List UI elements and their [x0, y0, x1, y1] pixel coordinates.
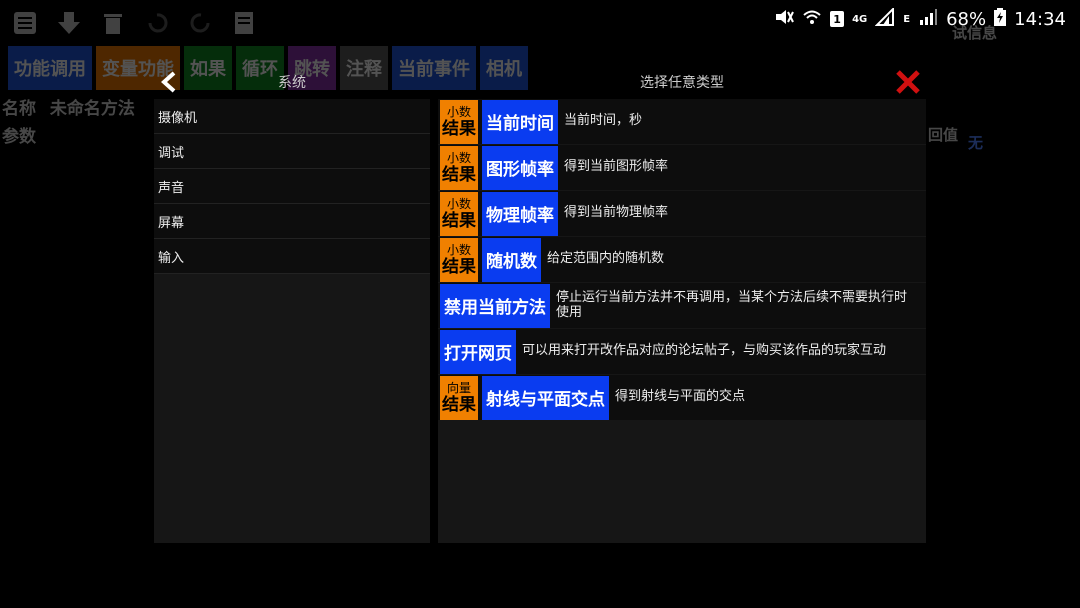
badge-type: 小数: [446, 242, 471, 257]
function-desc: 得到当前图形帧率: [564, 159, 669, 175]
list-icon: [8, 6, 42, 40]
checklist-icon: [228, 6, 262, 40]
redo-icon: [184, 6, 218, 40]
return-label: 回值: [928, 126, 959, 144]
signal-icon: [874, 6, 895, 31]
battery-icon: [994, 7, 1007, 31]
wifi-icon: [802, 8, 822, 31]
function-item[interactable]: 小数 结果 图形帧率 得到当前图形帧率: [438, 145, 926, 190]
type-select-dialog: 系统 选择任意类型 摄像机 调试 声音 屏幕 输入 小数 结果 当前时间 当前时…: [154, 66, 926, 543]
battery-percent: 68%: [946, 8, 987, 30]
mute-icon: [774, 8, 794, 31]
function-name: 当前时间: [482, 99, 558, 144]
undo-icon: [140, 6, 174, 40]
function-desc: 可以用来打开改作品对应的论坛帖子，与购买该作品的玩家互动: [522, 343, 887, 359]
clock: 14:34: [1014, 8, 1066, 30]
dialog-title: 选择任意类型: [640, 75, 724, 91]
function-name: 打开网页: [440, 329, 516, 374]
function-item[interactable]: 小数 结果 物理帧率 得到当前物理帧率: [438, 191, 926, 236]
function-list: 小数 结果 当前时间 当前时间，秒 小数 结果 图形帧率 得到当前图形帧率 小数…: [438, 99, 926, 543]
category-title: 系统: [278, 75, 306, 91]
badge-result: 结果: [442, 394, 476, 415]
function-name: 物理帧率: [482, 191, 558, 236]
status-bar: 1 4G E 68% 14:34: [774, 6, 1066, 32]
function-desc: 得到当前物理帧率: [564, 205, 669, 221]
category-item-screen[interactable]: 屏幕: [154, 204, 430, 239]
function-name: 图形帧率: [482, 145, 558, 190]
return-value: 无: [968, 134, 984, 152]
signal-icon-2: [918, 8, 938, 31]
function-name: 禁用当前方法: [440, 283, 550, 328]
editor-toolbar: [8, 6, 262, 40]
badge-type: 小数: [446, 196, 471, 211]
badge-result: 结果: [442, 210, 476, 231]
function-desc: 得到射线与平面的交点: [615, 389, 746, 405]
badge-result: 结果: [442, 164, 476, 185]
network-type: 4G: [852, 13, 868, 25]
function-item[interactable]: 小数 结果 当前时间 当前时间，秒: [438, 99, 926, 144]
category-item-camera[interactable]: 摄像机: [154, 99, 430, 134]
return-type-badge: 小数 结果: [440, 99, 478, 144]
name-value: 未命名方法: [49, 99, 135, 119]
function-item[interactable]: 小数 结果 随机数 给定范围内的随机数: [438, 237, 926, 282]
sim-indicator: 1: [830, 11, 845, 27]
function-item[interactable]: 打开网页 可以用来打开改作品对应的论坛帖子，与购买该作品的玩家互动: [438, 329, 926, 374]
function-name: 随机数: [482, 237, 541, 282]
function-item[interactable]: 向量 结果 射线与平面交点 得到射线与平面的交点: [438, 375, 926, 420]
badge-type: 向量: [446, 380, 471, 395]
function-item[interactable]: 禁用当前方法 停止运行当前方法并不再调用，当某个方法后续不需要执行时使用: [438, 283, 926, 328]
badge-result: 结果: [442, 118, 476, 139]
network-type-2: E: [903, 13, 911, 25]
function-name: 射线与平面交点: [482, 375, 609, 420]
close-icon: [896, 70, 920, 94]
category-item-sound[interactable]: 声音: [154, 169, 430, 204]
badge-type: 小数: [446, 104, 471, 119]
return-type-badge: 小数 结果: [440, 237, 478, 282]
dialog-header: 系统 选择任意类型: [154, 66, 926, 98]
category-list: 摄像机 调试 声音 屏幕 输入: [154, 99, 430, 543]
close-button[interactable]: [894, 68, 922, 96]
tab-function-call: 功能调用: [8, 46, 92, 90]
badge-type: 小数: [446, 150, 471, 165]
return-type-badge: 小数 结果: [440, 145, 478, 190]
function-desc: 给定范围内的随机数: [547, 251, 665, 267]
category-item-debug[interactable]: 调试: [154, 134, 430, 169]
badge-result: 结果: [442, 256, 476, 277]
return-type-badge: 向量 结果: [440, 375, 478, 420]
return-type-badge: 小数 结果: [440, 191, 478, 236]
download-icon: [52, 6, 86, 40]
category-item-input[interactable]: 输入: [154, 239, 430, 274]
function-desc: 当前时间，秒: [564, 113, 643, 129]
trash-icon: [96, 6, 130, 40]
params-label: 参数: [2, 127, 36, 147]
name-row: 名称 未命名方法: [2, 94, 135, 119]
function-desc: 停止运行当前方法并不再调用，当某个方法后续不需要执行时使用: [556, 289, 908, 320]
name-label: 名称: [2, 99, 36, 119]
